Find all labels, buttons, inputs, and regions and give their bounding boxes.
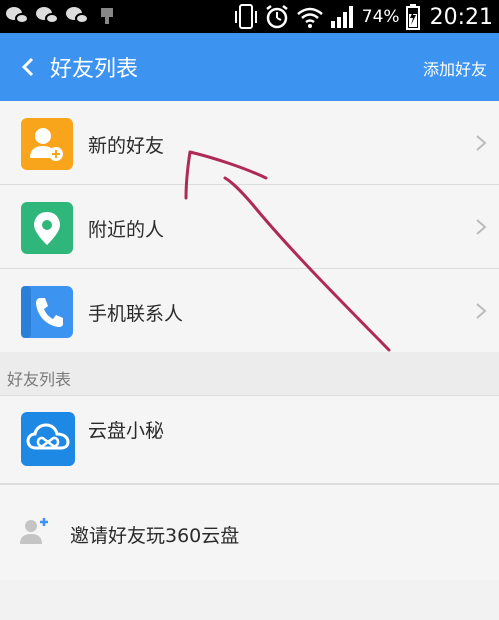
- chevron-right-icon: [476, 303, 487, 319]
- wifi-icon: [296, 7, 323, 28]
- chevron-right-icon: [476, 219, 487, 235]
- section-header: [0, 352, 499, 396]
- add-friend-button[interactable]: 添加好友: [423, 56, 487, 80]
- list-item-label: 新的好友: [88, 135, 165, 157]
- list-item-label: 附近的人: [88, 219, 165, 241]
- wechat-icon: [66, 5, 90, 27]
- list-item-label: 手机联系人: [88, 303, 184, 325]
- status-bar: 74% 20:21: [0, 0, 499, 33]
- chevron-right-icon: [476, 135, 487, 151]
- list-item-contacts[interactable]: 手机联系人: [0, 269, 499, 353]
- section-title: 好友列表: [7, 370, 72, 389]
- page-title: 好友列表: [50, 57, 139, 82]
- location-pin-icon: [21, 202, 73, 254]
- signal-icon: [330, 6, 353, 28]
- add-person-icon: [20, 518, 48, 544]
- phone-icon: [21, 286, 73, 338]
- status-right: 74% 20:21: [234, 2, 493, 32]
- usb-icon: [100, 5, 114, 25]
- list-item-nearby[interactable]: 附近的人: [0, 185, 499, 269]
- wechat-icon: [6, 5, 30, 27]
- list-item-new-friend[interactable]: 新的好友: [0, 101, 499, 185]
- battery-percent: 74%: [361, 7, 400, 27]
- clock: 20:21: [429, 4, 493, 30]
- app-header: 好友列表 添加好友: [0, 33, 499, 101]
- alarm-icon: [266, 5, 288, 29]
- wechat-icon: [36, 5, 60, 27]
- notification-icons: [6, 5, 114, 27]
- cloud-icon: [21, 412, 75, 466]
- invite-friends-row[interactable]: 邀请好友玩360云盘: [0, 484, 499, 580]
- back-arrow-icon[interactable]: [18, 55, 40, 79]
- new-friend-icon: [21, 118, 73, 170]
- phone-vibrate-icon: [234, 4, 257, 29]
- battery-charging-icon: [405, 4, 420, 30]
- invite-label: 邀请好友玩360云盘: [70, 525, 240, 547]
- list-item-friend[interactable]: 云盘小秘: [0, 396, 499, 484]
- list-item-label: 云盘小秘: [88, 420, 165, 442]
